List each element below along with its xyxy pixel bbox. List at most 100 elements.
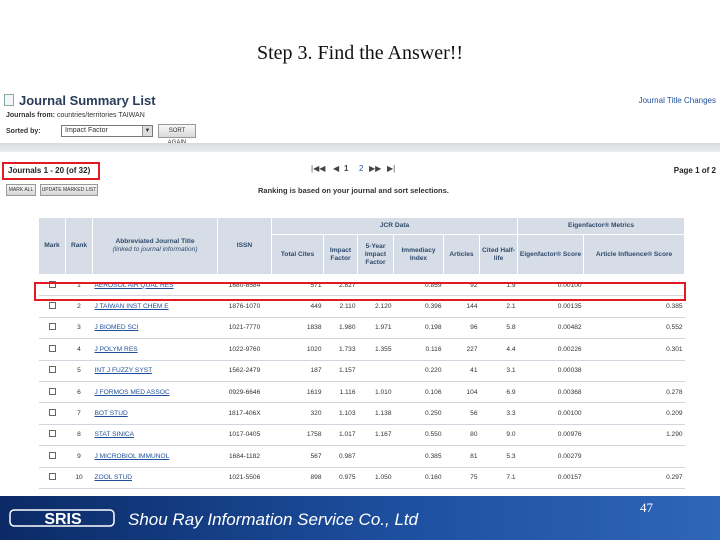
row-total-cites: 1758 [271,424,324,447]
sort-again-button[interactable]: SORT AGAIN [158,124,196,146]
row-title[interactable]: J BIOMED SCI [92,317,218,340]
mark-checkbox[interactable] [48,344,56,352]
row-issn: 1017-0405 [217,424,272,447]
row-rank: 10 [65,467,93,489]
sorted-by-label: Sorted by: [6,128,41,135]
table-row: 6J FORMOS MED ASSOC 0929-6646 1619 1.116 1.0… [38,381,685,404]
row-total-cites: 187 [271,360,324,382]
row-impact-factor: 1.980 [323,317,358,340]
group-jcr-data: JCR Data [270,217,519,235]
journals-from-line: Journals from: countries/territories TAI… [6,112,145,119]
toolbar-divider [0,143,720,152]
row-issn: 1562-2479 [217,360,272,382]
row-influence: 0.209 [583,402,685,425]
row-immediacy: 0.250 [393,402,444,425]
col-cited-half-life[interactable]: Cited Half-life [478,234,519,275]
mark-checkbox[interactable] [48,409,56,417]
row-five-year: 1.167 [357,424,394,447]
sort-select[interactable]: Impact Factor ▼ [61,125,153,137]
row-total-cites: 320 [271,402,324,425]
col-immediacy-index[interactable]: Immediacy Index [393,234,444,275]
mark-all-button[interactable]: MARK ALL [6,184,36,196]
chevron-down-icon: ▼ [142,126,152,136]
row-five-year: 1.971 [357,317,394,340]
row-half-life: 9.0 [479,424,518,447]
row-mark [38,445,66,468]
row-issn: 0929-6646 [217,381,272,404]
table-row: 4J POLYM RES 1022-9760 1020 1.733 1.355 0.116… [38,338,685,361]
journals-from-value: countries/territories TAIWAN [56,112,145,119]
first-page-icon[interactable]: |◀◀ [311,164,325,173]
col-title[interactable]: Abbreviated Journal Title (linked to jou… [92,217,218,275]
journal-summary-title: Journal Summary List [19,93,156,108]
row-title[interactable]: STAT SINICA [92,424,218,447]
row-impact-factor: 1.733 [323,338,358,361]
col-five-year-impact[interactable]: 5-Year Impact Factor [357,234,394,275]
row-influence: 0.297 [583,467,685,489]
logo-text: SRIS [44,511,82,528]
row-impact-factor: 1.103 [323,402,358,425]
row-impact-factor: 1.017 [323,424,358,447]
last-page-icon[interactable]: ▶| [387,164,395,173]
mark-checkbox[interactable] [48,430,56,438]
row-total-cites: 1838 [271,317,324,340]
mark-checkbox[interactable] [48,473,56,481]
col-mark: Mark [38,217,66,275]
row-influence: 0.301 [583,338,685,361]
col-title-label: Abbreviated Journal Title [115,238,195,245]
row-eigenfactor: 0.00226 [517,338,584,361]
row-articles: 227 [443,338,480,361]
col-impact-factor[interactable]: Impact Factor [323,234,358,275]
row-total-cites: 898 [271,467,324,489]
mark-checkbox[interactable] [48,323,56,331]
row-title[interactable]: ZOOL STUD [92,467,218,489]
row-influence [583,445,685,468]
row-total-cites: 567 [271,445,324,468]
row-mark [38,402,66,425]
table-row: 7 BOT STUD 1817-406X 320 1.103 1.138 0.250 56 3.… [38,402,685,425]
row-half-life: 4.4 [479,338,518,361]
mark-checkbox[interactable] [48,366,56,374]
col-articles[interactable]: Articles [443,234,480,275]
mark-checkbox[interactable] [48,451,56,459]
slide-title: Step 3. Find the Answer!! [256,42,464,64]
row-title[interactable]: J MICROBIOL IMMUNOL [92,445,218,468]
mark-checkbox[interactable] [48,387,56,395]
row-title[interactable]: J FORMOS MED ASSOC [92,381,218,404]
row-eigenfactor: 0.00038 [517,360,584,382]
row-eigenfactor: 0.00100 [517,402,584,425]
row-mark [38,381,66,404]
journal-title-changes-link[interactable]: Journal Title Changes [639,96,716,105]
mark-checkbox[interactable] [48,302,56,310]
ranking-note: Ranking is based on your journal and sor… [258,186,449,195]
row-half-life: 5.8 [479,317,518,340]
row-influence [583,360,685,382]
col-issn: ISSN [217,217,272,275]
row-title[interactable]: BOT STUD [92,402,218,425]
row-rank: 8 [65,424,93,447]
row-rank: 9 [65,445,93,468]
col-title-sublabel: (linked to journal information) [112,246,198,253]
row-title[interactable]: J POLYM RES [92,338,218,361]
sris-logo: SRIS [9,509,115,528]
update-marked-list-button[interactable]: UPDATE MARKED LIST [40,184,98,196]
page-number: 47 [640,500,653,515]
col-article-influence[interactable]: Article Influence® Score [583,234,686,275]
row-mark [38,467,66,489]
col-eigenfactor-score[interactable]: Eigenfactor® Score [517,234,585,275]
row-title[interactable]: INT J FUZZY SYST [92,360,218,382]
prev-page-icon[interactable]: ◀ [333,164,339,173]
row-rank: 7 [65,402,93,425]
sort-select-value: Impact Factor [65,127,108,134]
page-of-indicator: Page 1 of 2 [673,166,716,175]
page-link-next[interactable]: 2 [359,164,363,173]
col-total-cites[interactable]: Total Cites [271,234,324,275]
row-immediacy: 0.116 [393,338,444,361]
next-page-icon[interactable]: ▶▶ [369,164,381,173]
row-eigenfactor: 0.00157 [517,467,584,489]
row-impact-factor: 1.116 [323,381,358,404]
row-impact-factor: 0.975 [323,467,358,489]
row-eigenfactor: 0.00368 [517,381,584,404]
page-link-current[interactable]: 1 [344,164,348,173]
row-five-year: 1.355 [357,338,394,361]
